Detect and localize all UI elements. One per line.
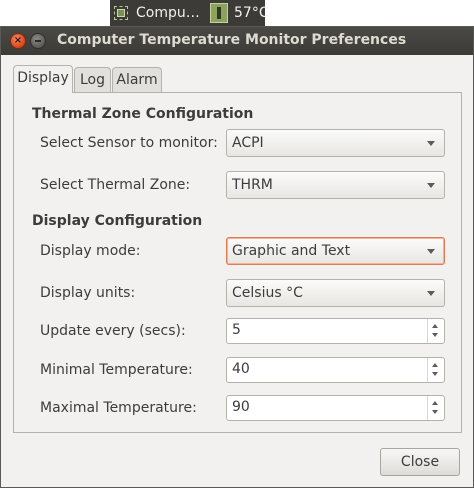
min-temperature-value[interactable]: 40	[232, 361, 250, 377]
tab-log[interactable]: Log	[74, 67, 111, 93]
max-temperature-value[interactable]: 90	[232, 399, 250, 415]
panel-applet-label: Compu…	[136, 5, 200, 21]
update-interval-spinner[interactable]: 5	[226, 318, 445, 344]
max-temperature-spinner[interactable]: 90	[226, 395, 445, 421]
decrement-icon[interactable]	[432, 333, 438, 337]
max-temperature-stepper[interactable]	[427, 396, 444, 420]
thermal-zone-label: Select Thermal Zone:	[40, 177, 191, 193]
min-temperature-stepper[interactable]	[427, 358, 444, 382]
thermal-zone-select-value: THRM	[232, 177, 273, 193]
desktop-background	[0, 0, 110, 26]
thermal-zone-select[interactable]: THRM	[226, 171, 445, 199]
temperature-readout: 57°C	[234, 5, 269, 21]
display-config-heading: Display Configuration	[32, 213, 203, 229]
max-temperature-label: Maximal Temperature:	[40, 400, 197, 416]
desktop-background-right	[265, 0, 474, 26]
increment-icon[interactable]	[432, 363, 438, 367]
display-mode-select[interactable]: Graphic and Text	[226, 237, 445, 265]
increment-icon[interactable]	[432, 324, 438, 328]
decrement-icon[interactable]	[432, 410, 438, 414]
preferences-window: × Computer Temperature Monitor Preferenc…	[0, 26, 474, 488]
close-icon: ×	[13, 35, 23, 46]
tab-display[interactable]: Display	[13, 65, 73, 93]
update-interval-label: Update every (secs):	[40, 323, 186, 339]
panel-applet-temperature[interactable]: 57°C	[210, 3, 269, 23]
close-window-button[interactable]: ×	[10, 33, 26, 49]
close-button[interactable]: Close	[380, 448, 460, 476]
sensor-select-value: ACPI	[232, 135, 264, 151]
update-interval-value[interactable]: 5	[232, 322, 241, 338]
chevron-down-icon	[427, 249, 435, 254]
min-temperature-label: Minimal Temperature:	[40, 362, 193, 378]
title-bar[interactable]: × Computer Temperature Monitor Preferenc…	[1, 27, 473, 55]
minimize-window-button[interactable]	[30, 33, 46, 49]
display-units-select[interactable]: Celsius °C	[226, 279, 445, 307]
panel-applet-computer[interactable]: Compu…	[114, 3, 200, 23]
display-units-select-value: Celsius °C	[232, 285, 303, 301]
chevron-down-icon	[427, 183, 435, 188]
decrement-icon[interactable]	[432, 372, 438, 376]
thermometer-icon	[210, 3, 228, 23]
window-title: Computer Temperature Monitor Preferences	[57, 32, 407, 48]
chevron-down-icon	[427, 141, 435, 146]
display-mode-select-value: Graphic and Text	[232, 243, 351, 259]
display-mode-label: Display mode:	[40, 243, 141, 259]
sensor-select[interactable]: ACPI	[226, 129, 445, 157]
display-tab-panel: Thermal Zone Configuration Select Sensor…	[13, 92, 462, 433]
increment-icon[interactable]	[432, 401, 438, 405]
chip-icon	[114, 6, 128, 20]
sensor-label: Select Sensor to monitor:	[40, 135, 218, 151]
tab-alarm[interactable]: Alarm	[112, 67, 162, 93]
chevron-down-icon	[427, 291, 435, 296]
update-interval-stepper[interactable]	[427, 319, 444, 343]
min-temperature-spinner[interactable]: 40	[226, 357, 445, 383]
minimize-icon	[35, 40, 41, 42]
thermal-zone-heading: Thermal Zone Configuration	[32, 106, 254, 122]
display-units-label: Display units:	[40, 285, 136, 301]
